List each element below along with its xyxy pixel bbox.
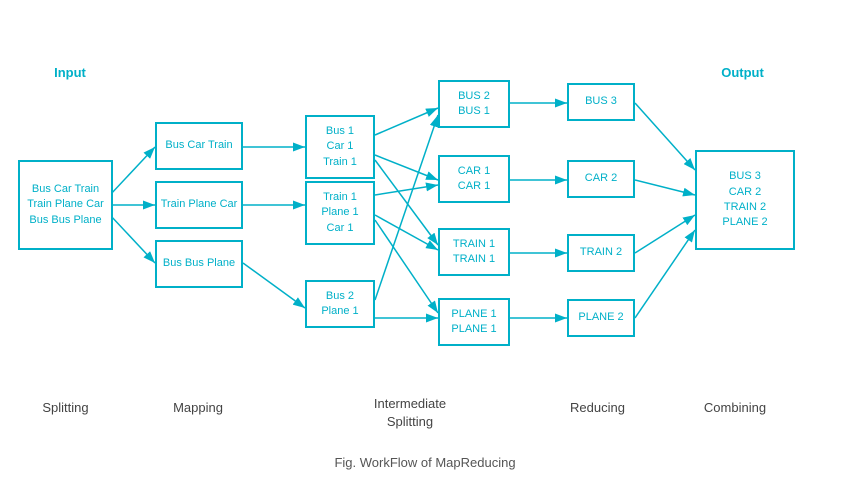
inter-box-2: CAR 1 CAR 1 xyxy=(438,155,510,203)
stage-reducing: Reducing xyxy=(550,400,645,415)
map-box-3: Bus Bus Plane xyxy=(155,240,243,288)
reduce-box-4: PLANE 2 xyxy=(567,299,635,337)
input-box: Bus Car Train Train Plane Car Bus Bus Pl… xyxy=(18,160,113,250)
stage-intermediate: IntermediateSplitting xyxy=(360,395,460,431)
output-label: Output xyxy=(695,65,790,80)
reduce-box-1: BUS 3 xyxy=(567,83,635,121)
inter-box-3: TRAIN 1 TRAIN 1 xyxy=(438,228,510,276)
split-box-1: Bus 1 Car 1 Train 1 xyxy=(305,115,375,179)
split-box-3: Bus 2 Plane 1 xyxy=(305,280,375,328)
stage-splitting: Splitting xyxy=(18,400,113,415)
inter-box-4: PLANE 1 PLANE 1 xyxy=(438,298,510,346)
reduce-box-2: CAR 2 xyxy=(567,160,635,198)
reduce-box-3: TRAIN 2 xyxy=(567,234,635,272)
diagram-area: Input Bus Car Train Train Plane Car Bus … xyxy=(0,0,857,500)
input-label: Input xyxy=(30,65,110,80)
split-box-2: Train 1 Plane 1 Car 1 xyxy=(305,181,375,245)
output-box: BUS 3 CAR 2 TRAIN 2 PLANE 2 xyxy=(695,150,795,250)
fig-caption: Fig. WorkFlow of MapReducing xyxy=(270,455,580,470)
stage-mapping: Mapping xyxy=(148,400,248,415)
stage-combining: Combining xyxy=(685,400,785,415)
inter-box-1: BUS 2 BUS 1 xyxy=(438,80,510,128)
map-box-2: Train Plane Car xyxy=(155,181,243,229)
map-box-1: Bus Car Train xyxy=(155,122,243,170)
